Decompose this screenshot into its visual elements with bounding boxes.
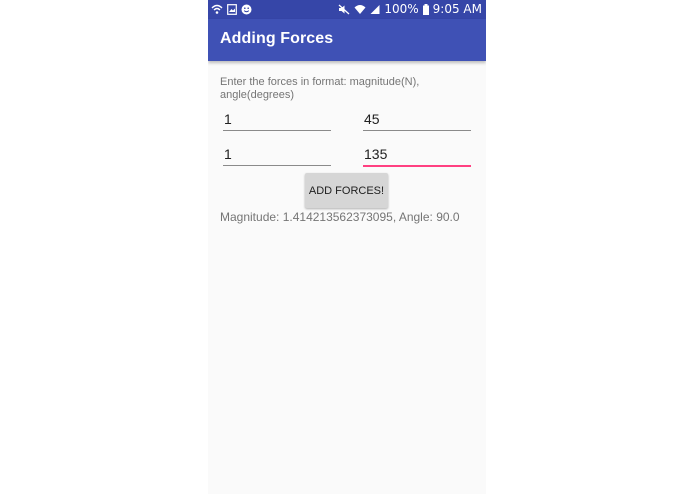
force2-angle-input[interactable] <box>363 143 471 167</box>
instructions-text: Enter the forces in format: magnitude(N)… <box>220 76 420 101</box>
force2-magnitude-input[interactable] <box>223 143 331 166</box>
signal-icon <box>370 4 380 15</box>
app-title: Adding Forces <box>220 30 334 47</box>
result-text: Magnitude: 1.414213562373095, Angle: 90.… <box>220 210 460 224</box>
app-bar: Adding Forces <box>208 19 486 61</box>
status-left-icons <box>211 0 252 19</box>
wifi-icon <box>354 4 366 15</box>
gallery-icon <box>227 4 237 15</box>
force1-magnitude-input[interactable] <box>223 108 331 131</box>
status-right-icons: 100% 9:05 AM <box>338 0 482 19</box>
add-forces-button[interactable]: ADD FORCES! <box>305 173 388 208</box>
status-time: 9:05 AM <box>432 2 482 16</box>
force1-angle-input[interactable] <box>363 108 471 131</box>
battery-percent: 100% <box>384 2 419 16</box>
smiley-icon <box>241 4 252 15</box>
phone-screen: 100% 9:05 AM Adding Forces Enter the for… <box>208 0 486 494</box>
mute-icon <box>338 4 350 15</box>
status-bar: 100% 9:05 AM <box>208 0 486 19</box>
battery-icon <box>422 4 429 15</box>
wifi-calling-icon <box>211 4 223 15</box>
